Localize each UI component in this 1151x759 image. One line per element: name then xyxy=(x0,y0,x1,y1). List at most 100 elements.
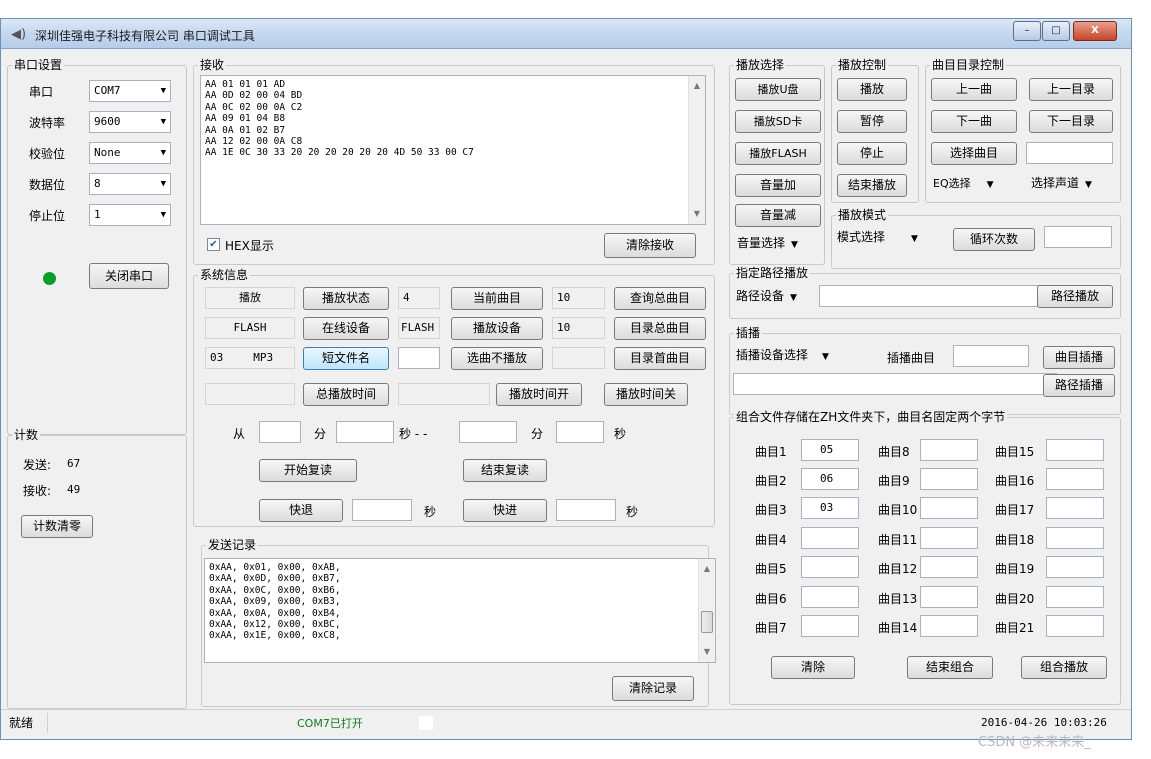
minimize-button[interactable]: – xyxy=(1013,21,1041,41)
eq-select[interactable]: EQ选择 ▼ xyxy=(929,173,994,195)
total-time-button[interactable]: 总播放时间 xyxy=(303,383,389,406)
databits-select[interactable]: 8 ▼ xyxy=(89,173,171,195)
to-min-input[interactable] xyxy=(459,421,517,443)
combo-track-input[interactable]: 05 xyxy=(801,439,859,461)
select-track-button[interactable]: 选择曲目 xyxy=(931,142,1017,165)
rewind-seconds-input[interactable] xyxy=(352,499,412,521)
combo-track-input[interactable] xyxy=(801,556,859,578)
prev-dir-button[interactable]: 上一目录 xyxy=(1029,78,1113,101)
combo-play-button[interactable]: 组合播放 xyxy=(1021,656,1107,679)
combo-track-label: 曲目3 xyxy=(755,503,787,517)
combo-track-input[interactable] xyxy=(1046,527,1104,549)
rewind-button[interactable]: 快退 xyxy=(259,499,343,522)
send-log-scrollbar[interactable]: ▲ ▼ xyxy=(698,559,715,662)
clear-receive-button[interactable]: 清除接收 xyxy=(604,233,696,258)
combo-track-input[interactable] xyxy=(920,615,978,637)
play-flash-button[interactable]: 播放FLASH xyxy=(735,142,821,165)
end-play-button[interactable]: 结束播放 xyxy=(837,174,907,197)
from-sec-input[interactable] xyxy=(336,421,394,443)
volume-down-button[interactable]: 音量减 xyxy=(735,204,821,227)
loop-count-button[interactable]: 循环次数 xyxy=(953,228,1035,251)
play-status-button[interactable]: 播放状态 xyxy=(303,287,389,310)
select-track-input[interactable] xyxy=(1026,142,1113,164)
combo-track-input[interactable]: 03 xyxy=(801,497,859,519)
combo-track-input[interactable] xyxy=(801,615,859,637)
start-repeat-button[interactable]: 开始复读 xyxy=(259,459,357,482)
combo-track-input[interactable] xyxy=(920,497,978,519)
current-track-button[interactable]: 当前曲目 xyxy=(451,287,543,310)
forward-button[interactable]: 快进 xyxy=(463,499,547,522)
volume-select[interactable]: 音量选择 ▼ xyxy=(733,233,798,255)
scroll-thumb[interactable] xyxy=(701,611,713,633)
scroll-down-icon[interactable]: ▼ xyxy=(699,644,715,660)
insert-path-input[interactable] xyxy=(733,373,1057,395)
combo-track-input[interactable] xyxy=(1046,586,1104,608)
query-total-button[interactable]: 查询总曲目 xyxy=(614,287,706,310)
prev-track-button[interactable]: 上一曲 xyxy=(931,78,1017,101)
combo-track-input[interactable] xyxy=(1046,468,1104,490)
hex-checkbox[interactable]: ✔ xyxy=(207,238,220,251)
scroll-up-icon[interactable]: ▲ xyxy=(699,561,715,577)
channel-select[interactable]: 选择声道 ▼ xyxy=(1027,173,1092,195)
combo-track-input[interactable] xyxy=(1046,497,1104,519)
close-button[interactable]: X xyxy=(1073,21,1117,41)
stop-button[interactable]: 停止 xyxy=(837,142,907,165)
select-no-play-button[interactable]: 选曲不播放 xyxy=(451,347,543,370)
from-min-input[interactable] xyxy=(259,421,301,443)
close-port-button[interactable]: 关闭串口 xyxy=(89,263,169,289)
end-repeat-button[interactable]: 结束复读 xyxy=(463,459,547,482)
loop-count-input[interactable] xyxy=(1044,226,1112,248)
send-log-textarea[interactable]: 0xAA, 0x01, 0x00, 0xAB, 0xAA, 0x0D, 0x00… xyxy=(204,558,716,663)
short-filename-button[interactable]: 短文件名 xyxy=(303,347,389,370)
path-insert-button[interactable]: 路径插播 xyxy=(1043,374,1115,397)
online-device-button[interactable]: 在线设备 xyxy=(303,317,389,340)
to-sec-input[interactable] xyxy=(556,421,604,443)
play-button[interactable]: 播放 xyxy=(837,78,907,101)
forward-sec-label: 秒 xyxy=(626,505,639,519)
combo-clear-button[interactable]: 清除 xyxy=(771,656,855,679)
receive-scrollbar[interactable]: ▲ ▼ xyxy=(688,76,705,224)
port-select[interactable]: COM7 ▼ xyxy=(89,80,171,102)
insert-device-select[interactable]: 插播设备选择 ▼ xyxy=(732,345,829,367)
combo-track-input[interactable] xyxy=(1046,615,1104,637)
path-play-button[interactable]: 路径播放 xyxy=(1037,285,1113,308)
next-track-button[interactable]: 下一曲 xyxy=(931,110,1017,133)
forward-seconds-input[interactable] xyxy=(556,499,616,521)
dir-total-button[interactable]: 目录总曲目 xyxy=(614,317,706,340)
combo-track-input[interactable] xyxy=(920,586,978,608)
dir-first-button[interactable]: 目录首曲目 xyxy=(614,347,706,370)
combo-track-input[interactable] xyxy=(920,556,978,578)
play-sd-button[interactable]: 播放SD卡 xyxy=(735,110,821,133)
scroll-up-icon[interactable]: ▲ xyxy=(689,78,705,94)
combo-track-input[interactable] xyxy=(920,527,978,549)
path-device-select[interactable]: 路径设备 ▼ xyxy=(732,286,797,308)
insert-track-input[interactable] xyxy=(953,345,1029,367)
play-udisk-button[interactable]: 播放U盘 xyxy=(735,78,821,101)
parity-select[interactable]: None ▼ xyxy=(89,142,171,164)
clear-log-button[interactable]: 清除记录 xyxy=(612,676,694,701)
combo-track-input[interactable] xyxy=(920,439,978,461)
combo-end-button[interactable]: 结束组合 xyxy=(907,656,993,679)
receive-textarea[interactable]: AA 01 01 01 AD AA 0D 02 00 04 BD AA 0C 0… xyxy=(200,75,706,225)
combo-track-input[interactable] xyxy=(1046,439,1104,461)
baud-select[interactable]: 9600 ▼ xyxy=(89,111,171,133)
pause-button[interactable]: 暂停 xyxy=(837,110,907,133)
combo-track-input[interactable] xyxy=(920,468,978,490)
volume-up-button[interactable]: 音量加 xyxy=(735,174,821,197)
no-play-input[interactable] xyxy=(398,347,440,369)
path-input[interactable] xyxy=(819,285,1051,307)
mode-select[interactable]: 模式选择 ▼ xyxy=(833,227,918,249)
next-dir-button[interactable]: 下一目录 xyxy=(1029,110,1113,133)
combo-track-input[interactable] xyxy=(801,527,859,549)
time-off-button[interactable]: 播放时间关 xyxy=(604,383,688,406)
scroll-down-icon[interactable]: ▼ xyxy=(689,206,705,222)
play-device-button[interactable]: 播放设备 xyxy=(451,317,543,340)
maximize-button[interactable]: □ xyxy=(1042,21,1070,41)
combo-track-input[interactable] xyxy=(801,586,859,608)
stopbits-select[interactable]: 1 ▼ xyxy=(89,204,171,226)
track-insert-button[interactable]: 曲目插播 xyxy=(1043,346,1115,369)
combo-track-input[interactable]: 06 xyxy=(801,468,859,490)
time-on-button[interactable]: 播放时间开 xyxy=(496,383,582,406)
combo-track-input[interactable] xyxy=(1046,556,1104,578)
clear-count-button[interactable]: 计数清零 xyxy=(21,515,93,538)
